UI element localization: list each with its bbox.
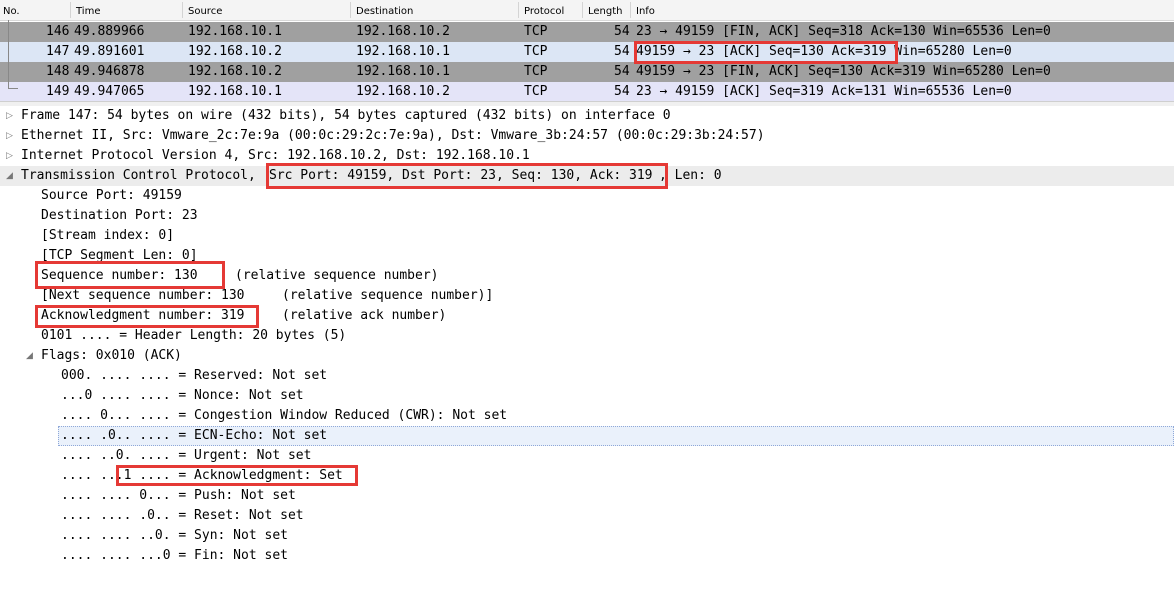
packet-no: 146: [46, 24, 70, 39]
conversation-line: [8, 20, 9, 88]
tree-item-label: .... .... ...0 = Fin: Not set: [61, 548, 288, 563]
packet-protocol: TCP: [524, 44, 548, 59]
flag-push[interactable]: .... .... 0... = Push: Not set: [0, 486, 1174, 506]
packet-time: 49.947065: [74, 84, 145, 99]
tree-item-destination-port[interactable]: Destination Port: 23: [0, 206, 1174, 226]
packet-time: 49.891601: [74, 44, 145, 59]
packet-no: 147: [46, 44, 70, 59]
chevron-right-icon[interactable]: ▷: [6, 106, 13, 126]
annotation-box: [116, 465, 358, 486]
tree-item-label: Destination Port: 23: [41, 208, 198, 223]
packet-length: 54: [614, 64, 630, 79]
tcp-len: , Len: 0: [659, 168, 722, 183]
flag-urgent[interactable]: .... ..0. .... = Urgent: Not set: [0, 446, 1174, 466]
annotation-box: [634, 41, 898, 64]
tree-item-label: Frame 147: 54 bytes on wire (432 bits), …: [21, 108, 671, 123]
packet-destination: 192.168.10.2: [356, 84, 450, 99]
packet-info: 23 → 49159 [FIN, ACK] Seq=318 Ack=130 Wi…: [636, 24, 1051, 39]
tree-item-label: [Stream index: 0]: [41, 228, 175, 243]
tree-item-frame[interactable]: ▷ Frame 147: 54 bytes on wire (432 bits)…: [0, 106, 1174, 126]
packet-length: 54: [614, 24, 630, 39]
column-divider[interactable]: [182, 2, 183, 18]
tree-item-source-port[interactable]: Source Port: 49159: [0, 186, 1174, 206]
packet-destination: 192.168.10.2: [356, 24, 450, 39]
tree-item-label: Transmission Control Protocol,: [21, 168, 264, 183]
flag-fin[interactable]: .... .... ...0 = Fin: Not set: [0, 546, 1174, 566]
tree-item-label: Flags: 0x010 (ACK): [41, 348, 182, 363]
conversation-line-end: [8, 88, 18, 89]
annotation-box: [35, 305, 259, 328]
packet-protocol: TCP: [524, 64, 548, 79]
tree-item-label: [Next sequence number: 130: [41, 288, 245, 303]
packet-list: No. Time Source Destination Protocol Len…: [0, 0, 1174, 101]
column-divider[interactable]: [350, 2, 351, 18]
flag-nonce[interactable]: ...0 .... .... = Nonce: Not set: [0, 386, 1174, 406]
packet-length: 54: [614, 84, 630, 99]
packet-info: 23 → 49159 [ACK] Seq=319 Ack=131 Win=655…: [636, 84, 1012, 99]
flag-reset[interactable]: .... .... .0.. = Reset: Not set: [0, 506, 1174, 526]
packet-time: 49.889966: [74, 24, 145, 39]
packet-source: 192.168.10.1: [188, 84, 282, 99]
packet-destination: 192.168.10.1: [356, 44, 450, 59]
tree-item-label: .... 0... .... = Congestion Window Reduc…: [61, 408, 508, 423]
tree-item-label: .... .... ..0. = Syn: Not set: [61, 528, 288, 543]
packet-row-selected[interactable]: 147 49.891601 192.168.10.2 192.168.10.1 …: [0, 42, 1174, 62]
annotation-box: [266, 163, 668, 189]
tree-item-note: (relative ack number): [282, 308, 447, 323]
column-header-no[interactable]: No.: [3, 6, 20, 17]
column-header-time[interactable]: Time: [76, 6, 100, 17]
tree-item-note: (relative sequence number): [235, 268, 439, 283]
column-divider[interactable]: [518, 2, 519, 18]
tree-item-label: ...0 .... .... = Nonce: Not set: [61, 388, 304, 403]
tree-item-label: .... .... .0.. = Reset: Not set: [61, 508, 304, 523]
tree-item-label: 000. .... .... = Reserved: Not set: [61, 368, 328, 383]
column-header-source[interactable]: Source: [188, 6, 222, 17]
tree-item-flags[interactable]: ◢ Flags: 0x010 (ACK): [0, 346, 1174, 366]
tree-item-label: .... ..0. .... = Urgent: Not set: [61, 448, 312, 463]
flag-cwr[interactable]: .... 0... .... = Congestion Window Reduc…: [0, 406, 1174, 426]
tree-item-next-sequence[interactable]: [Next sequence number: 130 (relative seq…: [0, 286, 1174, 306]
packet-time: 49.946878: [74, 64, 145, 79]
tree-item-stream-index[interactable]: [Stream index: 0]: [0, 226, 1174, 246]
packet-row[interactable]: 146 49.889966 192.168.10.1 192.168.10.2 …: [0, 22, 1174, 42]
tree-item-label: Ethernet II, Src: Vmware_2c:7e:9a (00:0c…: [21, 128, 765, 143]
packet-row[interactable]: 149 49.947065 192.168.10.1 192.168.10.2 …: [0, 82, 1174, 101]
column-header-protocol[interactable]: Protocol: [524, 6, 564, 17]
chevron-right-icon[interactable]: ▷: [6, 146, 13, 166]
packet-info: 49159 → 23 [FIN, ACK] Seq=130 Ack=319 Wi…: [636, 64, 1051, 79]
packet-destination: 192.168.10.1: [356, 64, 450, 79]
packet-no: 148: [46, 64, 70, 79]
tree-item-ethernet[interactable]: ▷ Ethernet II, Src: Vmware_2c:7e:9a (00:…: [0, 126, 1174, 146]
column-divider[interactable]: [70, 2, 71, 18]
tree-item-label: .... .0.. .... = ECN-Echo: Not set: [61, 428, 328, 443]
packet-protocol: TCP: [524, 84, 548, 99]
tree-item-label: .... .... 0... = Push: Not set: [61, 488, 296, 503]
column-header-length[interactable]: Length: [588, 6, 623, 17]
packet-source: 192.168.10.1: [188, 24, 282, 39]
packet-no: 149: [46, 84, 70, 99]
column-header-destination[interactable]: Destination: [356, 6, 413, 17]
column-divider[interactable]: [630, 2, 631, 18]
chevron-down-icon[interactable]: ◢: [26, 346, 33, 366]
packet-protocol: TCP: [524, 24, 548, 39]
flag-reserved[interactable]: 000. .... .... = Reserved: Not set: [0, 366, 1174, 386]
column-divider[interactable]: [582, 2, 583, 18]
tree-item-note: (relative sequence number)]: [282, 288, 494, 303]
tree-item-label: 0101 .... = Header Length: 20 bytes (5): [41, 328, 347, 343]
tree-item-label: Source Port: 49159: [41, 188, 182, 203]
conversation-bracket: [0, 20, 18, 101]
packet-source: 192.168.10.2: [188, 44, 282, 59]
packet-length: 54: [614, 44, 630, 59]
chevron-down-icon[interactable]: ◢: [6, 166, 13, 186]
flag-ecn-echo[interactable]: .... .0.. .... = ECN-Echo: Not set: [0, 426, 1174, 446]
tree-item-header-length[interactable]: 0101 .... = Header Length: 20 bytes (5): [0, 326, 1174, 346]
annotation-box: [35, 261, 225, 289]
column-header-info[interactable]: Info: [636, 6, 655, 17]
flag-syn[interactable]: .... .... ..0. = Syn: Not set: [0, 526, 1174, 546]
packet-row[interactable]: 148 49.946878 192.168.10.2 192.168.10.1 …: [0, 62, 1174, 82]
chevron-right-icon[interactable]: ▷: [6, 126, 13, 146]
packet-source: 192.168.10.2: [188, 64, 282, 79]
packet-list-header: No. Time Source Destination Protocol Len…: [0, 0, 1174, 21]
